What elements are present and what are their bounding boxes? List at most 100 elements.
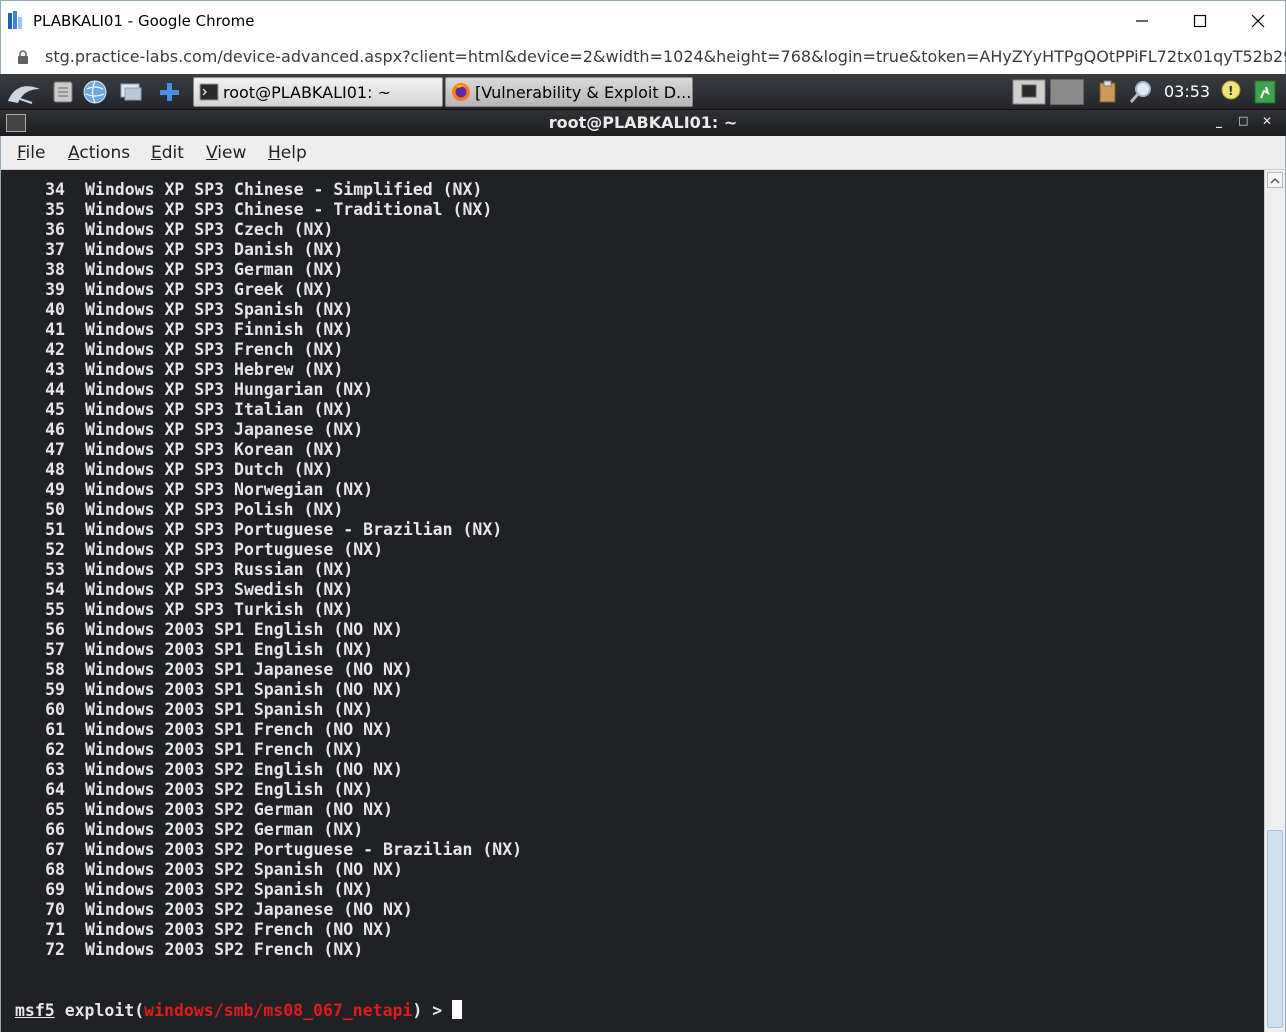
target-name: Windows 2003 SP1 Spanish (NX) <box>85 700 374 719</box>
close-icon <box>1251 14 1265 28</box>
target-name: Windows 2003 SP1 French (NO NX) <box>85 720 393 739</box>
target-id: 70 <box>45 900 65 919</box>
target-name: Windows XP SP3 Hebrew (NX) <box>85 360 344 379</box>
target-id: 43 <box>45 360 65 379</box>
target-id: 46 <box>45 420 65 439</box>
target-name: Windows XP SP3 German (NX) <box>85 260 344 279</box>
logout-icon[interactable] <box>1252 79 1278 105</box>
target-name: Windows XP SP3 Greek (NX) <box>85 280 334 299</box>
target-id: 60 <box>45 700 65 719</box>
target-id: 55 <box>45 600 65 619</box>
command-prompt[interactable]: msf5 exploit(windows/smb/ms08_067_netapi… <box>15 1000 463 1020</box>
target-id: 38 <box>45 260 65 279</box>
target-id: 67 <box>45 840 65 859</box>
terminal-close-icon[interactable]: ✕ <box>1262 114 1272 128</box>
target-id: 58 <box>45 660 65 679</box>
address-bar[interactable]: stg.practice-labs.com/device-advanced.as… <box>0 40 1286 74</box>
target-name: Windows 2003 SP2 Portuguese - Brazilian … <box>85 840 523 859</box>
target-name: Windows 2003 SP2 French (NX) <box>85 940 364 959</box>
notification-icon[interactable]: ! <box>1218 79 1244 105</box>
menu-actions[interactable]: Actions <box>68 143 130 163</box>
target-id: 65 <box>45 800 65 819</box>
prompt-module: windows/smb/ms08_067_netapi <box>144 1001 413 1020</box>
target-name: Windows XP SP3 French (NX) <box>85 340 344 359</box>
target-name: Windows XP SP3 Polish (NX) <box>85 500 344 519</box>
target-name: Windows 2003 SP2 German (NO NX) <box>85 800 393 819</box>
target-id: 59 <box>45 680 65 699</box>
target-name: Windows XP SP3 Russian (NX) <box>85 560 354 579</box>
target-name: Windows XP SP3 Czech (NX) <box>85 220 334 239</box>
target-id: 40 <box>45 300 65 319</box>
target-name: Windows 2003 SP2 Japanese (NO NX) <box>85 900 413 919</box>
target-name: Windows XP SP3 Spanish (NX) <box>85 300 354 319</box>
target-id: 66 <box>45 820 65 839</box>
target-id: 68 <box>45 860 65 879</box>
target-id: 34 <box>45 180 65 199</box>
target-id: 53 <box>45 560 65 579</box>
target-name: Windows XP SP3 Italian (NX) <box>85 400 354 419</box>
workspace-switcher-icon[interactable] <box>1012 79 1046 105</box>
firefox-icon <box>452 83 470 101</box>
terminal-output[interactable]: 34 Windows XP SP3 Chinese - Simplified (N… <box>0 170 1264 1032</box>
terminal-maximize-icon[interactable]: □ <box>1238 114 1248 127</box>
task-firefox[interactable]: [Vulnerability & Exploit D... <box>445 77 693 107</box>
target-name: Windows 2003 SP2 English (NO NX) <box>85 760 403 779</box>
text-cursor <box>452 1000 463 1019</box>
terminal-scrollbar[interactable] <box>1264 170 1286 1032</box>
browser-globe-icon[interactable] <box>82 79 108 105</box>
target-id: 61 <box>45 720 65 739</box>
target-name: Windows XP SP3 Turkish (NX) <box>85 600 354 619</box>
target-name: Windows XP SP3 Portuguese - Brazilian (N… <box>85 520 503 539</box>
menu-file[interactable]: File <box>17 143 45 163</box>
minimize-button[interactable] <box>1119 5 1165 37</box>
chevron-up-icon <box>1270 177 1280 184</box>
add-icon[interactable] <box>156 79 182 105</box>
menu-edit[interactable]: Edit <box>151 143 184 163</box>
target-name: Windows XP SP3 Hungarian (NX) <box>85 380 374 399</box>
show-desktop-icon[interactable] <box>118 79 144 105</box>
maximize-button[interactable] <box>1177 5 1223 37</box>
scroll-up-button[interactable] <box>1267 172 1283 188</box>
target-id: 49 <box>45 480 65 499</box>
target-name: Windows XP SP3 Norwegian (NX) <box>85 480 374 499</box>
target-name: Windows 2003 SP1 Japanese (NO NX) <box>85 660 413 679</box>
task-terminal[interactable]: root@PLABKALI01: ~ <box>193 77 443 107</box>
target-name: Windows XP SP3 Danish (NX) <box>85 240 344 259</box>
task-terminal-label: root@PLABKALI01: ~ <box>223 83 391 102</box>
target-name: Windows 2003 SP2 German (NX) <box>85 820 364 839</box>
target-name: Windows XP SP3 Swedish (NX) <box>85 580 354 599</box>
terminal-menu-bar: File Actions Edit View Help <box>0 136 1286 170</box>
target-id: 50 <box>45 500 65 519</box>
scroll-thumb[interactable] <box>1267 830 1283 1028</box>
url-text[interactable]: stg.practice-labs.com/device-advanced.as… <box>45 47 1286 66</box>
workspace-2[interactable] <box>1050 79 1084 105</box>
target-id: 37 <box>45 240 65 259</box>
target-id: 72 <box>45 940 65 959</box>
prompt-msf: msf5 <box>15 1001 55 1020</box>
close-button[interactable] <box>1235 5 1281 37</box>
target-id: 42 <box>45 340 65 359</box>
minimize-icon <box>1136 20 1148 22</box>
terminal-minimize-icon[interactable]: _ <box>1216 114 1222 128</box>
menu-help[interactable]: Help <box>268 143 307 163</box>
files-icon[interactable] <box>50 79 76 105</box>
terminal-window-title: root@PLABKALI01: ~ <box>548 113 738 132</box>
target-name: Windows XP SP3 Chinese - Traditional (NX… <box>85 200 493 219</box>
menu-view[interactable]: View <box>206 143 246 163</box>
target-name: Windows 2003 SP1 English (NO NX) <box>85 620 403 639</box>
target-name: Windows XP SP3 Japanese (NX) <box>85 420 364 439</box>
target-id: 56 <box>45 620 65 639</box>
target-name: Windows XP SP3 Dutch (NX) <box>85 460 334 479</box>
target-id: 54 <box>45 580 65 599</box>
clipboard-icon[interactable] <box>1094 79 1120 105</box>
svg-text:!: ! <box>1228 84 1233 98</box>
target-id: 63 <box>45 760 65 779</box>
kali-menu-icon[interactable] <box>6 79 42 105</box>
target-name: Windows 2003 SP1 English (NX) <box>85 640 374 659</box>
search-icon[interactable] <box>1128 79 1154 105</box>
target-id: 64 <box>45 780 65 799</box>
lock-icon <box>18 50 28 64</box>
target-id: 45 <box>45 400 65 419</box>
task-firefox-label: [Vulnerability & Exploit D... <box>475 83 692 102</box>
practice-labs-icon <box>8 11 22 29</box>
